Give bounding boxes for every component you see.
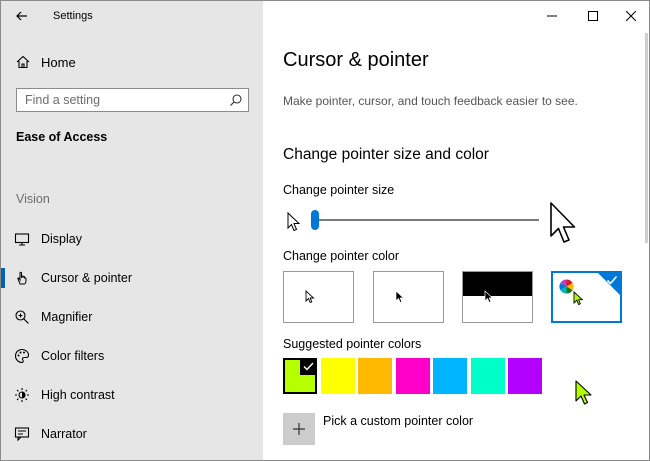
color-swatch[interactable] xyxy=(470,358,505,394)
swatch-check-badge xyxy=(300,358,317,375)
sidebar: Settings Home Find a setting Ease of Acc… xyxy=(1,1,263,460)
color-swatch[interactable] xyxy=(320,358,355,394)
pointer-size-slider[interactable] xyxy=(311,210,539,230)
pick-custom-color-button[interactable] xyxy=(283,413,315,445)
sidebar-item-label: Narrator xyxy=(41,427,87,441)
back-button[interactable] xyxy=(9,5,35,27)
magnifier-icon xyxy=(15,310,29,324)
slider-thumb[interactable] xyxy=(311,210,319,230)
sidebar-item-magnifier[interactable]: Magnifier xyxy=(1,299,263,335)
pointer-color-black-option[interactable] xyxy=(373,271,444,323)
sidebar-item-color-filters[interactable]: Color filters xyxy=(1,338,263,374)
page-title: Cursor & pointer xyxy=(283,49,429,71)
home-icon xyxy=(16,55,30,69)
sidebar-item-label: Display xyxy=(41,232,82,246)
color-swatch[interactable] xyxy=(395,358,430,394)
narrator-icon xyxy=(14,427,30,442)
color-wheel-icon xyxy=(559,279,574,294)
color-filters-icon xyxy=(14,348,30,364)
display-icon xyxy=(14,233,30,246)
pointer-color-label: Change pointer color xyxy=(283,249,400,263)
black-pointer-icon xyxy=(395,290,405,303)
page-description: Make pointer, cursor, and touch feedback… xyxy=(283,94,578,108)
high-contrast-icon xyxy=(15,388,29,402)
pick-custom-color-label[interactable]: Pick a custom pointer color xyxy=(323,414,473,428)
section-title: Ease of Access xyxy=(16,130,108,144)
inverted-pointer-icon xyxy=(484,290,494,303)
checkmark-icon xyxy=(303,362,314,371)
home-nav-item[interactable]: Home xyxy=(1,46,263,78)
sidebar-item-high-contrast[interactable]: High contrast xyxy=(1,377,263,413)
green-pointer-icon xyxy=(573,291,584,306)
pointer-color-white-option[interactable] xyxy=(283,271,354,323)
color-swatch[interactable] xyxy=(433,358,467,394)
pointer-color-custom-option[interactable] xyxy=(551,271,622,323)
main-content: Cursor & pointer Make pointer, cursor, a… xyxy=(263,1,649,460)
suggested-colors-label: Suggested pointer colors xyxy=(283,337,422,351)
close-button[interactable] xyxy=(613,1,648,31)
search-placeholder: Find a setting xyxy=(25,93,101,107)
pointer-size-label: Change pointer size xyxy=(283,183,395,197)
search-icon[interactable] xyxy=(229,93,243,107)
home-label: Home xyxy=(41,55,76,70)
color-swatch[interactable] xyxy=(508,358,542,394)
plus-icon xyxy=(293,423,305,435)
large-pointer-icon xyxy=(550,202,576,243)
minimize-button[interactable] xyxy=(534,1,569,31)
sidebar-item-label: Color filters xyxy=(41,349,105,363)
settings-window: Settings Home Find a setting Ease of Acc… xyxy=(0,0,650,461)
section-heading: Change pointer size and color xyxy=(283,146,489,163)
white-pointer-icon xyxy=(305,290,315,304)
title-bar: Settings xyxy=(1,1,263,32)
sidebar-item-label: Cursor & pointer xyxy=(41,271,133,285)
color-swatch[interactable] xyxy=(358,358,392,394)
back-arrow-icon xyxy=(16,11,27,21)
scrollbar[interactable] xyxy=(645,33,648,243)
color-swatch[interactable] xyxy=(283,358,317,394)
sidebar-item-narrator[interactable]: Narrator xyxy=(1,416,263,452)
cursor-pointer-icon xyxy=(17,271,27,285)
search-input[interactable]: Find a setting xyxy=(16,88,249,112)
small-pointer-icon xyxy=(287,212,301,232)
preview-pointer-icon xyxy=(575,380,592,405)
sidebar-item-display[interactable]: Display xyxy=(1,221,263,257)
maximize-icon xyxy=(587,11,598,21)
sidebar-item-label: High contrast xyxy=(41,388,115,402)
close-icon xyxy=(625,11,636,21)
inverted-preview-block xyxy=(463,272,532,296)
app-title: Settings xyxy=(53,10,93,22)
checkmark-icon xyxy=(606,275,618,285)
sidebar-item-cursor-pointer[interactable]: Cursor & pointer xyxy=(1,260,263,296)
minimize-icon xyxy=(546,15,557,17)
sidebar-item-label: Magnifier xyxy=(41,310,93,324)
maximize-button[interactable] xyxy=(575,1,610,31)
pointer-color-inverted-option[interactable] xyxy=(462,271,533,323)
group-title-vision: Vision xyxy=(16,192,50,206)
